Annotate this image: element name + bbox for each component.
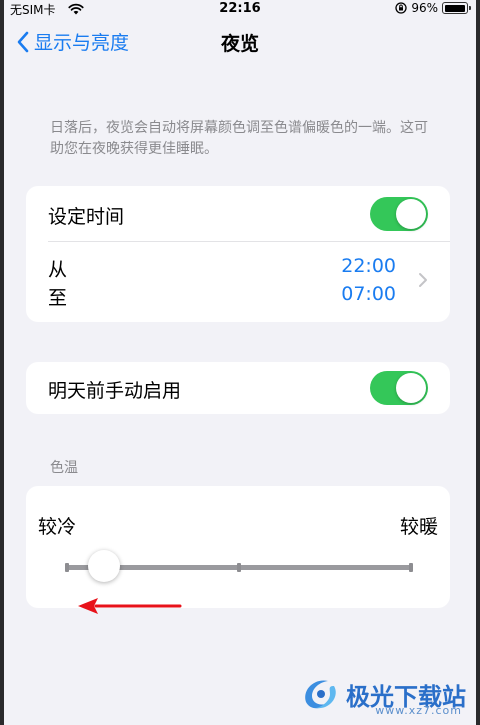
schedule-times-row[interactable]: 从 至 22:00 07:00 [26,242,450,322]
night-shift-description: 日落后，夜览会自动将屏幕颜色调至色谱偏暖色的一端。这可助您在夜晚获得更佳睡眠。 [50,120,428,157]
navigation-bar: 显示与亮度 夜览 [4,26,476,62]
page-title: 夜览 [220,33,259,55]
from-label: 从 [48,259,68,281]
warmer-label: 较暖 [399,516,438,538]
watermark-url: www.xz7.com [375,704,462,717]
battery-cap [469,6,471,10]
temperature-slider-track[interactable] [65,550,413,582]
rotation-lock-icon [395,2,407,14]
schedule-label: 设定时间 [48,206,125,228]
swirl-logo-icon [305,680,336,709]
manual-enable-toggle[interactable] [370,371,428,405]
color-temperature-header: 色温 [50,460,78,476]
battery-percent: 96% [411,1,438,15]
battery-icon [442,2,471,14]
temperature-slider-thumb[interactable] [88,550,121,582]
chevron-right-icon [419,273,427,287]
battery-fill [444,4,465,12]
color-temperature-group: 较冷 较暖 [26,486,450,608]
manual-enable-label: 明天前手动启用 [48,380,182,402]
schedule-toggle[interactable] [370,197,428,231]
slider-tick-mid [237,563,241,572]
status-right-group: 96% [395,1,471,15]
annotation-arrow [78,598,182,614]
schedule-group: 设定时间 从 至 22:00 07:00 [26,186,450,322]
slider-tick-min [65,563,69,572]
toggle-knob [396,373,426,403]
status-bar: 无SIM卡 22:16 96% [4,0,476,20]
night-shift-screen: 无SIM卡 22:16 96% 显示与亮度 夜览 日落后，夜览会自动将屏幕颜色调… [4,0,476,725]
slider-tick-max [409,563,413,572]
to-label: 至 [48,287,68,309]
toggle-knob [396,199,426,229]
cooler-label: 较冷 [38,516,77,538]
from-time-value: 22:00 [341,255,396,277]
manual-group: 明天前手动启用 [26,362,450,414]
to-time-value: 07:00 [341,283,396,305]
